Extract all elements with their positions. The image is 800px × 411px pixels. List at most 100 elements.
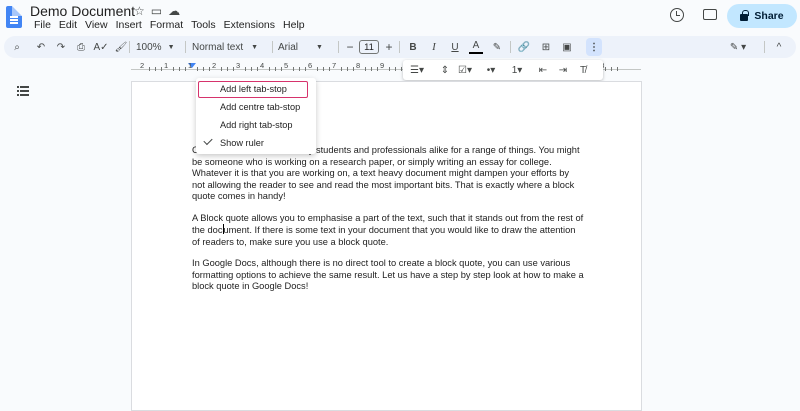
ruler-tick <box>257 67 258 71</box>
checkmark-icon <box>203 135 213 146</box>
bold-button[interactable]: B <box>406 36 420 58</box>
paint-format-icon[interactable]: 🖌 <box>114 36 128 58</box>
ruler-tick <box>173 67 174 71</box>
add-comment-icon[interactable]: ⊞ <box>539 36 553 58</box>
style-select[interactable]: Normal text ▼ <box>192 36 266 58</box>
ruler-number: 6 <box>308 61 313 70</box>
editing-mode-icon[interactable]: ✎ ▾ <box>726 36 750 58</box>
ruler-tick <box>281 67 282 71</box>
redo-icon[interactable]: ↷ <box>54 36 68 58</box>
ruler-tick <box>617 67 618 71</box>
menu-file[interactable]: File <box>30 19 55 31</box>
ruler-tick <box>389 67 390 71</box>
title-bar: Demo Document ☆ ▭ ☁ File Edit View Inser… <box>0 0 800 36</box>
font-select[interactable]: Arial ▼ <box>278 36 336 58</box>
increase-indent-icon[interactable]: ⇥ <box>555 65 571 76</box>
menu-edit[interactable]: Edit <box>55 19 81 31</box>
menu-format[interactable]: Format <box>146 19 187 31</box>
chevron-down-icon: ▼ <box>316 43 323 51</box>
menu-help[interactable]: Help <box>279 19 309 31</box>
highlight-color-icon[interactable]: ✎ <box>490 36 504 58</box>
text-color-button[interactable]: A <box>469 38 483 54</box>
ruler-tick <box>251 67 252 71</box>
ruler-tick <box>353 67 354 71</box>
ruler-number: 1 <box>188 61 193 70</box>
ruler-tick <box>611 67 612 71</box>
align-icon[interactable]: ☰▾ <box>409 65 425 76</box>
underline-button[interactable]: U <box>448 36 462 58</box>
menu-view[interactable]: View <box>81 19 112 31</box>
menu-bar: File Edit View Insert Format Tools Exten… <box>30 19 309 31</box>
undo-icon[interactable]: ↶ <box>34 36 48 58</box>
italic-button[interactable]: I <box>427 36 441 58</box>
ruler-tick <box>161 67 162 71</box>
spellcheck-icon[interactable]: A✓ <box>93 36 108 58</box>
menu-item-add-left-tab-stop[interactable]: Add left tab-stop <box>198 81 308 98</box>
font-value: Arial <box>278 41 299 53</box>
document-body[interactable]: Cy students and professionals alike for … <box>192 145 584 302</box>
ruler-tick <box>401 67 402 71</box>
ruler-tick <box>371 67 372 71</box>
share-button[interactable]: Share <box>727 4 797 28</box>
ruler-tick <box>233 67 234 71</box>
lock-icon <box>740 10 749 21</box>
increase-font-size-button[interactable]: + <box>383 36 395 58</box>
font-size-input[interactable]: 11 <box>359 40 379 54</box>
menu-item-add-centre-tab-stop[interactable]: Add centre tab-stop <box>196 99 316 116</box>
share-label: Share <box>754 10 784 22</box>
ruler-number: 4 <box>260 61 265 70</box>
menu-item-add-right-tab-stop[interactable]: Add right tab-stop <box>196 117 316 134</box>
ruler-tick <box>377 67 378 71</box>
ruler-tick <box>341 67 342 71</box>
decrease-indent-icon[interactable]: ⇤ <box>535 65 551 76</box>
ruler-tick <box>221 67 222 71</box>
ruler-tick <box>395 67 396 71</box>
line-spacing-icon[interactable]: ⇕ <box>437 65 453 76</box>
ruler-tick <box>293 67 294 71</box>
ruler-number: 2 <box>140 61 145 70</box>
star-icon[interactable]: ☆ <box>134 4 145 18</box>
insert-link-icon[interactable]: 🔗 <box>517 36 531 58</box>
ruler-tick <box>203 67 204 71</box>
insert-image-icon[interactable]: ▣ <box>560 36 574 58</box>
paragraph-2: A Block quote allows you to emphasise a … <box>192 212 584 247</box>
ruler-number: 1 <box>164 61 169 70</box>
print-icon[interactable]: ⎙ <box>74 36 88 58</box>
comments-icon[interactable] <box>703 9 717 20</box>
clear-formatting-icon[interactable]: T̸ <box>575 65 591 76</box>
ruler-context-menu: Add left tab-stop Add centre tab-stop Ad… <box>196 78 316 154</box>
chevron-down-icon: ▼ <box>251 43 259 51</box>
ruler-tick <box>245 67 246 71</box>
ruler-tick <box>197 67 198 71</box>
move-folder-icon[interactable]: ▭ <box>151 4 162 18</box>
docs-logo-icon[interactable] <box>6 6 22 28</box>
version-history-icon[interactable] <box>670 8 684 22</box>
main-toolbar: ⌕ ↶ ↷ ⎙ A✓ 🖌 100% ▼ Normal text ▼ Arial … <box>4 36 796 58</box>
hide-menus-button[interactable]: ^ <box>772 36 786 58</box>
decrease-font-size-button[interactable]: − <box>344 36 356 58</box>
ruler-number: 9 <box>380 61 385 70</box>
ruler-tick <box>317 67 318 71</box>
menu-extensions[interactable]: Extensions <box>220 19 279 31</box>
ruler-tick <box>155 67 156 71</box>
ruler-number: 8 <box>356 61 361 70</box>
numbered-list-icon[interactable]: 1▾ <box>509 65 525 76</box>
paragraph-3: In Google Docs, although there is no dir… <box>192 257 584 292</box>
search-menus-icon[interactable]: ⌕ <box>10 36 24 58</box>
checklist-icon[interactable]: ☑▾ <box>457 65 473 76</box>
chevron-down-icon: ▼ <box>167 43 175 51</box>
ruler-tick <box>347 67 348 71</box>
zoom-select[interactable]: 100% ▼ <box>136 36 176 58</box>
menu-item-show-ruler[interactable]: Show ruler <box>196 135 316 152</box>
document-outline-icon[interactable] <box>17 86 29 96</box>
bulleted-list-icon[interactable]: •▾ <box>483 65 499 76</box>
more-tools-button[interactable]: ⋮ <box>586 38 602 56</box>
zoom-value: 100% <box>136 41 162 53</box>
ruler-tick <box>323 67 324 71</box>
menu-insert[interactable]: Insert <box>112 19 146 31</box>
ruler-tick <box>185 67 186 71</box>
document-title[interactable]: Demo Document <box>30 3 135 19</box>
menu-tools[interactable]: Tools <box>187 19 220 31</box>
ruler-tick <box>329 67 330 71</box>
ruler[interactable]: 21123456789101112131415161718 <box>0 60 800 76</box>
